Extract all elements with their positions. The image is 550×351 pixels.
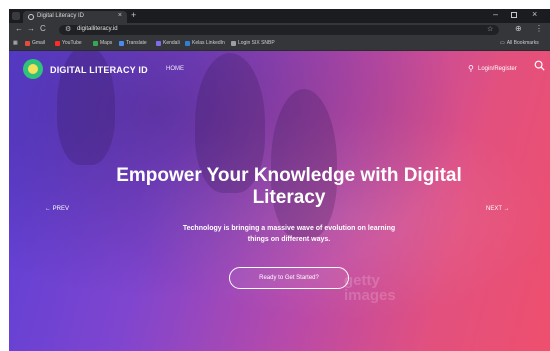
all-bookmarks-button[interactable]: ▭ All Bookmarks (500, 40, 539, 46)
extensions-icon[interactable]: ⊕ (515, 24, 522, 33)
address-bar[interactable]: ⚙ digitalliteracy.id ☆ (59, 25, 499, 35)
back-button[interactable]: ← (15, 24, 23, 33)
bookmark-favicon (119, 40, 124, 46)
stock-photo-watermark: getty images (344, 273, 434, 303)
bookmark-favicon (185, 40, 190, 46)
hero-subtext: Technology is bringing a massive wave of… (169, 223, 409, 245)
browser-window: Digital Literacy ID × + – × ← → C ⚙ digi… (9, 9, 550, 351)
get-started-button[interactable]: Ready to Get Started? (229, 267, 349, 289)
bookmark-item[interactable]: Gmail (25, 40, 45, 46)
bookmark-favicon (25, 40, 30, 46)
nav-home-link[interactable]: HOME (166, 66, 184, 72)
carousel-prev-button[interactable]: ← PREV (45, 206, 69, 212)
bookmark-label: Translate (126, 40, 147, 46)
apps-icon[interactable]: ▦ (13, 40, 18, 46)
url-text[interactable]: digitalliteracy.id (77, 26, 118, 32)
tune-icon[interactable]: ⚙ (65, 25, 71, 33)
hero-subtext-line: things on different ways. (247, 236, 331, 243)
tab-search-button[interactable] (12, 12, 20, 20)
logo-inner-circle (28, 64, 38, 74)
bookmark-favicon (231, 40, 236, 46)
reload-button[interactable]: C (40, 24, 46, 33)
user-icon[interactable]: ⚲ (468, 64, 474, 73)
bookmark-label: YouTube (62, 40, 82, 46)
globe-icon (28, 14, 34, 20)
menu-icon[interactable]: ⋮ (535, 24, 543, 33)
watermark-line: getty (344, 272, 380, 289)
forward-button[interactable]: → (27, 24, 35, 33)
minimize-button[interactable]: – (493, 9, 498, 19)
bookmark-item[interactable]: YouTube (55, 40, 82, 46)
site-logo[interactable] (23, 59, 43, 79)
carousel-next-button[interactable]: NEXT → (486, 206, 510, 212)
watermark-line: images (344, 287, 396, 304)
hero-section: DIGITAL LITERACY ID HOME ⚲ Login/Registe… (9, 51, 550, 351)
bookmark-label: Gmail (32, 40, 46, 46)
close-icon[interactable]: × (118, 12, 122, 19)
hero-subtext-line: Technology is bringing a massive wave of… (182, 225, 396, 232)
site-brand[interactable]: DIGITAL LITERACY ID (50, 65, 148, 75)
hero-headline: Empower Your Knowledge with Digital Lite… (109, 165, 469, 209)
maximize-button[interactable] (511, 12, 517, 18)
bookmark-item[interactable]: Kelas LinkedIn (185, 40, 225, 46)
bookmark-favicon (156, 40, 161, 46)
window-close-button[interactable]: × (532, 9, 537, 19)
login-register-link[interactable]: Login/Register (478, 66, 517, 72)
bookmark-label: Login SIX SNBP (238, 40, 275, 46)
active-tab[interactable]: Digital Literacy ID × (23, 11, 127, 23)
bookmark-item[interactable]: Login SIX SNBP (231, 40, 275, 46)
hero-headline-line: Empower Your Knowledge with Digital (116, 165, 462, 186)
bookmark-item[interactable]: Translate (119, 40, 147, 46)
hero-headline-line: Literacy (252, 187, 326, 208)
bookmark-label: Maps (100, 40, 113, 46)
bookmark-label: Kendali (163, 40, 180, 46)
bookmark-item[interactable]: Kendali (156, 40, 180, 46)
bookmark-item[interactable]: Maps (93, 40, 112, 46)
star-icon[interactable]: ☆ (487, 25, 493, 33)
bookmarks-bar: ▦ Gmail YouTube Maps Translate Kendali K… (9, 37, 550, 51)
tab-strip: Digital Literacy ID × + – × (9, 9, 550, 23)
bookmark-favicon (93, 40, 98, 46)
bookmark-favicon (55, 40, 60, 46)
browser-toolbar: ← → C ⚙ digitalliteracy.id ☆ ⊕ ⋮ (9, 23, 550, 37)
tab-title: Digital Literacy ID (37, 13, 85, 19)
new-tab-button[interactable]: + (131, 10, 136, 20)
bookmark-label: Kelas LinkedIn (192, 40, 225, 46)
folder-icon: ▭ (500, 40, 505, 46)
hero-person-silhouette (271, 89, 337, 239)
search-icon[interactable] (534, 60, 545, 71)
all-bookmarks-label: All Bookmarks (506, 40, 539, 46)
